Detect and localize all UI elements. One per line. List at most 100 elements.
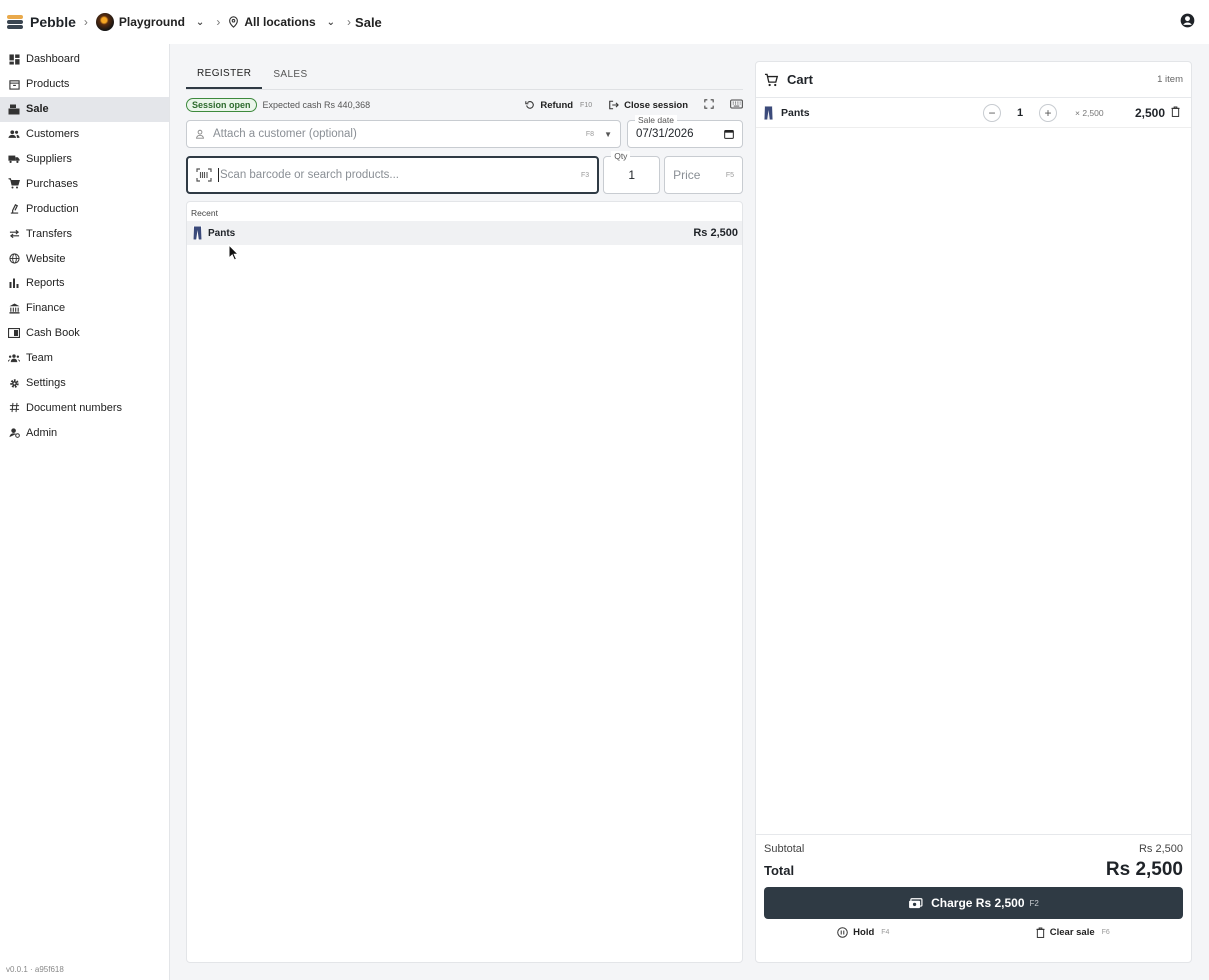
sidebar-item-label: Products bbox=[26, 78, 70, 91]
tab-register[interactable]: REGISTER bbox=[186, 60, 263, 89]
cart-line-total: 2,500 bbox=[1134, 105, 1165, 120]
hash-icon bbox=[8, 402, 20, 414]
cart-line-qty[interactable]: 1 bbox=[1009, 107, 1031, 119]
charge-button[interactable]: Charge Rs 2,500 F2 bbox=[764, 887, 1183, 919]
search-shortcut: F3 bbox=[581, 171, 590, 179]
workspace-avatar bbox=[95, 13, 114, 31]
chevron-right-icon: › bbox=[347, 15, 352, 29]
customer-date-row: Attach a customer (optional) F8 ▼ Sale d… bbox=[186, 115, 743, 148]
app-version: v0.0.1 · a95f618 bbox=[6, 965, 64, 974]
customer-select[interactable]: Attach a customer (optional) F8 ▼ bbox=[186, 120, 621, 148]
close-session-button[interactable]: Close session bbox=[608, 100, 688, 111]
sidebar-item-label: Dashboard bbox=[26, 53, 80, 66]
account-button[interactable] bbox=[1180, 13, 1195, 31]
clear-sale-button[interactable]: Clear sale F6 bbox=[1036, 927, 1110, 938]
refund-label: Refund bbox=[540, 99, 574, 111]
caret-down-icon: ▼ bbox=[604, 129, 612, 139]
sidebar-item-label: Document numbers bbox=[26, 401, 122, 414]
calendar-icon[interactable] bbox=[724, 129, 734, 139]
subtotal-value: Rs 2,500 bbox=[1138, 843, 1183, 855]
cart-panel: Cart 1 item Pants − 1 + × 2,500 2,500 Su… bbox=[755, 61, 1192, 963]
sidebar-item-finance[interactable]: Finance bbox=[0, 296, 169, 321]
sidebar-item-admin[interactable]: Admin bbox=[0, 420, 169, 445]
pebble-logo-icon bbox=[6, 14, 24, 30]
fullscreen-button[interactable] bbox=[704, 98, 714, 112]
gear-icon bbox=[8, 377, 20, 389]
charge-shortcut: F2 bbox=[1029, 898, 1039, 908]
admin-icon bbox=[8, 427, 20, 439]
person-icon bbox=[195, 129, 205, 139]
clear-sale-shortcut: F6 bbox=[1101, 929, 1110, 936]
sidebar-item-document-numbers[interactable]: Document numbers bbox=[0, 395, 169, 420]
sidebar-item-suppliers[interactable]: Suppliers bbox=[0, 147, 169, 172]
cart-icon bbox=[8, 178, 20, 190]
sidebar-item-label: Suppliers bbox=[26, 153, 72, 165]
keyboard-shortcuts-button[interactable] bbox=[730, 98, 743, 112]
globe-icon bbox=[8, 253, 20, 265]
chevron-down-icon: ⌄ bbox=[326, 16, 336, 28]
subtotal-row: Subtotal Rs 2,500 bbox=[764, 843, 1183, 855]
sidebar-item-reports[interactable]: Reports bbox=[0, 271, 169, 296]
sidebar-item-dashboard[interactable]: Dashboard bbox=[0, 47, 169, 72]
sidebar-item-label: Reports bbox=[26, 277, 65, 290]
trash-icon bbox=[1171, 106, 1180, 117]
recent-item[interactable]: Pants Rs 2,500 bbox=[187, 221, 742, 245]
price-input[interactable]: Price F5 bbox=[664, 156, 743, 194]
sidebar-item-transfers[interactable]: Transfers bbox=[0, 221, 169, 246]
pants-icon bbox=[764, 105, 773, 120]
tab-sales[interactable]: SALES bbox=[262, 60, 318, 89]
cash-icon bbox=[909, 897, 923, 908]
keyboard-icon bbox=[730, 98, 743, 109]
location-switcher[interactable]: All locations ⌄ bbox=[228, 15, 335, 29]
workspace-switcher[interactable]: Playground ⌄ bbox=[95, 13, 204, 31]
cart-count: 1 item bbox=[1157, 74, 1183, 85]
increase-qty-button[interactable]: + bbox=[1039, 103, 1057, 122]
remove-line-button[interactable] bbox=[1171, 106, 1183, 120]
minus-icon: − bbox=[988, 105, 996, 120]
sidebar-item-products[interactable]: Products bbox=[0, 72, 169, 97]
breadcrumb-current: Sale bbox=[355, 15, 382, 30]
hold-label: Hold bbox=[853, 927, 875, 938]
sidebar-item-website[interactable]: Website bbox=[0, 246, 169, 271]
mouse-cursor-icon bbox=[228, 244, 240, 261]
brand-name: Pebble bbox=[30, 14, 76, 30]
brand[interactable]: Pebble bbox=[6, 14, 76, 30]
workspace-name: Playground bbox=[118, 15, 185, 29]
sidebar-item-cash-book[interactable]: Cash Book bbox=[0, 321, 169, 346]
sidebar: Dashboard Products Sale Customers Suppliers P… bbox=[0, 44, 170, 980]
location-name: All locations bbox=[244, 15, 316, 29]
price-placeholder: Price bbox=[673, 168, 701, 182]
register-icon bbox=[8, 103, 20, 115]
sidebar-item-label: Settings bbox=[26, 377, 66, 390]
hold-button[interactable]: Hold F4 bbox=[837, 927, 889, 938]
sidebar-item-purchases[interactable]: Purchases bbox=[0, 171, 169, 196]
pants-icon bbox=[193, 226, 202, 240]
sidebar-item-team[interactable]: Team bbox=[0, 346, 169, 371]
refund-button[interactable]: Refund F10 bbox=[525, 100, 592, 111]
sidebar-item-settings[interactable]: Settings bbox=[0, 371, 169, 396]
page-title: Sale bbox=[355, 14, 382, 30]
sidebar-item-label: Finance bbox=[26, 302, 66, 315]
recent-products: Recent Pants Rs 2,500 bbox=[186, 201, 743, 963]
truck-icon bbox=[8, 153, 20, 165]
logout-icon bbox=[609, 100, 619, 110]
close-session-label: Close session bbox=[624, 99, 688, 111]
sidebar-item-customers[interactable]: Customers bbox=[0, 122, 169, 147]
bar-chart-icon bbox=[8, 277, 20, 289]
sidebar-item-label: Team bbox=[26, 352, 53, 365]
sidebar-item-label: Website bbox=[26, 252, 66, 265]
sidebar-item-label: Purchases bbox=[26, 177, 78, 190]
charge-label: Charge Rs 2,500 bbox=[931, 896, 1025, 910]
sale-date-field[interactable]: Sale date 07/31/2026 bbox=[627, 115, 743, 148]
bank-icon bbox=[8, 302, 20, 314]
sidebar-item-label: Transfers bbox=[26, 227, 73, 240]
cart-title: Cart bbox=[787, 72, 814, 87]
sidebar-item-label: Cash Book bbox=[26, 327, 80, 340]
product-search-input[interactable]: Scan barcode or search products... F3 bbox=[186, 156, 600, 194]
decrease-qty-button[interactable]: − bbox=[983, 103, 1001, 122]
sidebar-item-sale[interactable]: Sale bbox=[0, 96, 169, 122]
qty-input[interactable]: Qty 1 bbox=[603, 151, 661, 194]
map-pin-icon bbox=[229, 16, 239, 28]
barcode-scan-icon bbox=[196, 168, 212, 182]
sidebar-item-production[interactable]: Production bbox=[0, 196, 169, 221]
